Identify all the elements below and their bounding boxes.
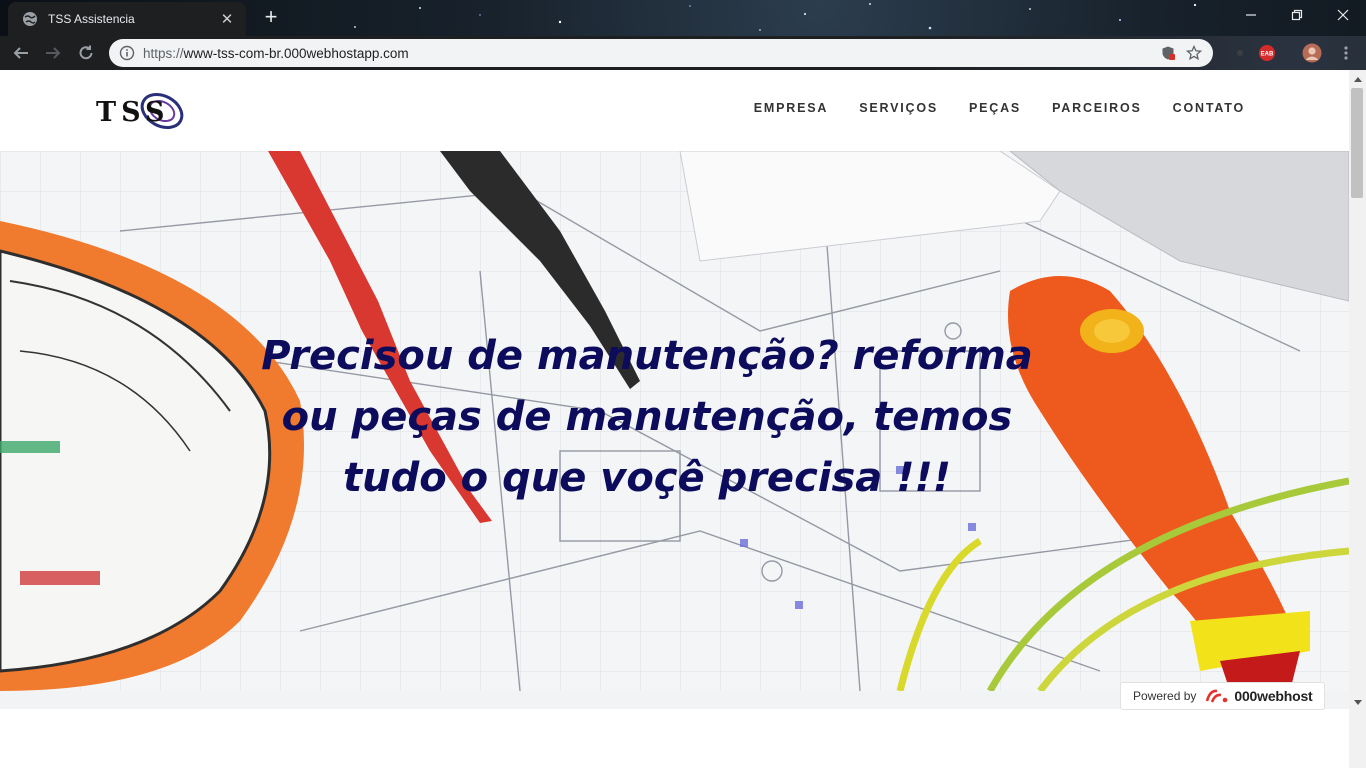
url-text[interactable]: https://www-tss-com-br.000webhostapp.com bbox=[143, 46, 1155, 61]
close-window-icon[interactable] bbox=[1320, 0, 1366, 30]
adblock-icon[interactable]: EAB bbox=[1255, 41, 1279, 65]
hero-headline: Precisou de manutenção? reforma ou peças… bbox=[261, 333, 1033, 501]
forward-icon[interactable] bbox=[40, 40, 66, 66]
site-logo[interactable]: TSS bbox=[94, 89, 188, 133]
nav-empresa[interactable]: EMPRESA bbox=[754, 101, 828, 115]
web-page: TSS EMPRESA SERVIÇOS PEÇAS PARCEIROS CON… bbox=[0, 70, 1349, 768]
logo-text: TSS bbox=[96, 97, 170, 128]
nav-parceiros[interactable]: PARCEIROS bbox=[1052, 101, 1142, 115]
reload-icon[interactable] bbox=[73, 40, 99, 66]
extension-icon[interactable] bbox=[1228, 41, 1252, 65]
page-scrollbar[interactable] bbox=[1349, 70, 1366, 768]
scroll-up-arrow-icon[interactable] bbox=[1349, 70, 1366, 87]
shield-icon[interactable] bbox=[1155, 40, 1181, 66]
star-icon[interactable] bbox=[1181, 40, 1207, 66]
restore-icon[interactable] bbox=[1274, 0, 1320, 30]
tab-close-icon[interactable]: ✕ bbox=[218, 10, 236, 28]
browser-tab[interactable]: TSS Assistencia ✕ bbox=[8, 2, 246, 36]
nav-pecas[interactable]: PEÇAS bbox=[969, 101, 1021, 115]
tab-title: TSS Assistencia bbox=[48, 12, 135, 26]
browser-titlebar: TSS Assistencia ✕ + bbox=[0, 0, 1366, 36]
hero-banner: Precisou de manutenção? reforma ou peças… bbox=[0, 151, 1349, 691]
000webhost-logo-icon bbox=[1206, 689, 1228, 703]
address-bar[interactable]: https://www-tss-com-br.000webhostapp.com bbox=[109, 39, 1213, 67]
nav-servicos[interactable]: SERVIÇOS bbox=[859, 101, 938, 115]
menu-dots-icon[interactable] bbox=[1334, 41, 1358, 65]
main-nav: EMPRESA SERVIÇOS PEÇAS PARCEIROS CONTATO bbox=[754, 101, 1245, 115]
site-header: TSS EMPRESA SERVIÇOS PEÇAS PARCEIROS CON… bbox=[0, 70, 1349, 151]
url-host: www-tss-com-br.000webhostapp.com bbox=[183, 45, 409, 61]
powered-by-brand: 000webhost bbox=[1234, 688, 1313, 704]
back-icon[interactable] bbox=[8, 40, 34, 66]
powered-by-badge[interactable]: Powered by 000webhost bbox=[1120, 682, 1325, 710]
profile-avatar[interactable] bbox=[1300, 41, 1324, 65]
svg-text:EAB: EAB bbox=[1261, 52, 1274, 58]
globe-icon bbox=[23, 12, 37, 26]
scroll-down-arrow-icon[interactable] bbox=[1349, 694, 1366, 711]
new-tab-button[interactable]: + bbox=[258, 4, 284, 30]
scroll-thumb[interactable] bbox=[1351, 88, 1363, 198]
minimize-icon[interactable] bbox=[1228, 0, 1274, 30]
powered-by-label: Powered by bbox=[1133, 689, 1197, 703]
url-scheme: https:// bbox=[143, 45, 184, 61]
info-icon[interactable] bbox=[119, 45, 135, 61]
browser-toolbar: https://www-tss-com-br.000webhostapp.com… bbox=[0, 36, 1366, 70]
nav-contato[interactable]: CONTATO bbox=[1173, 101, 1245, 115]
